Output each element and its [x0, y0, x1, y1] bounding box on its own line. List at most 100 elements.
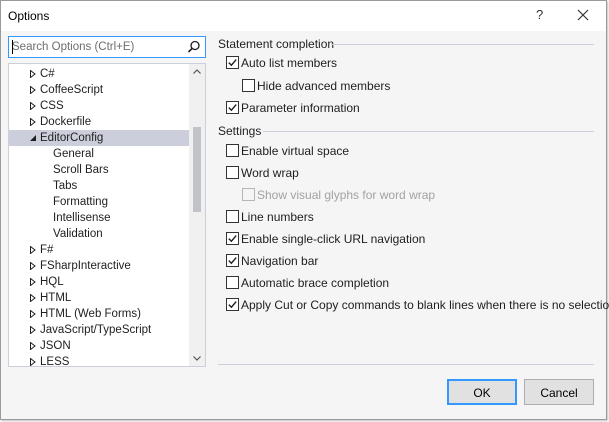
- tree-item-f[interactable]: F#: [9, 242, 189, 258]
- checkmark-icon: [228, 301, 237, 309]
- hide-advanced-members-checkbox[interactable]: Hide advanced members: [242, 78, 609, 94]
- line-numbers-checkbox[interactable]: Line numbers: [226, 209, 606, 225]
- triangle-right-icon[interactable]: [29, 262, 37, 270]
- tree-item-html[interactable]: HTML: [9, 290, 189, 306]
- scrollbar-thumb[interactable]: [193, 127, 201, 212]
- checkbox-box[interactable]: [226, 166, 239, 179]
- tree-item-label: FSharpInteractive: [40, 260, 131, 272]
- chevron-down-icon[interactable]: [193, 356, 201, 361]
- tree-item-label: JSON: [40, 340, 71, 352]
- triangle-right-icon[interactable]: [29, 86, 37, 94]
- search-options-input[interactable]: Search Options (Ctrl+E): [8, 36, 206, 58]
- close-icon: [577, 9, 589, 21]
- tree-item-label: CSS: [40, 100, 64, 112]
- group-divider: [331, 44, 594, 45]
- tree-item-label: CoffeeScript: [40, 84, 104, 96]
- tree-item-label: HTML: [40, 292, 72, 304]
- checkbox-label: Enable virtual space: [241, 144, 350, 158]
- checkbox-label: Automatic brace completion: [241, 276, 390, 290]
- word-wrap-checkbox[interactable]: Word wrap: [226, 165, 606, 181]
- checkbox-box[interactable]: [242, 79, 255, 92]
- enable-virtual-space-checkbox[interactable]: Enable virtual space: [226, 143, 606, 159]
- tree-item-label: General: [53, 148, 94, 160]
- tree-item-general[interactable]: General: [9, 146, 189, 162]
- tree-item-label: Validation: [53, 228, 103, 240]
- tree-item-c[interactable]: C#: [9, 66, 189, 82]
- parameter-information-checkbox[interactable]: Parameter information: [226, 100, 606, 116]
- triangle-right-icon[interactable]: [29, 326, 37, 334]
- enable-single-click-url-navigation-checkbox[interactable]: Enable single-click URL navigation: [226, 231, 606, 247]
- statement-completion-header: Statement completion: [218, 37, 335, 51]
- checkbox-box[interactable]: [226, 210, 239, 223]
- checkbox-label: Apply Cut or Copy commands to blank line…: [241, 298, 609, 312]
- settings-header: Settings: [218, 124, 262, 138]
- triangle-right-icon[interactable]: [29, 342, 37, 350]
- checkmark-icon: [228, 59, 237, 67]
- navigation-bar-checkbox[interactable]: Navigation bar: [226, 253, 606, 269]
- ok-button[interactable]: OK: [447, 379, 517, 405]
- checkbox-box[interactable]: [226, 56, 239, 69]
- apply-cut-or-copy-commands-to-blank-lines-when-there-is-no-selection-checkbox[interactable]: Apply Cut or Copy commands to blank line…: [226, 297, 609, 313]
- close-button[interactable]: [574, 4, 592, 24]
- tree-item-formatting[interactable]: Formatting: [9, 194, 189, 210]
- checkbox-label: Line numbers: [241, 210, 314, 224]
- tree-item-hql[interactable]: HQL: [9, 274, 189, 290]
- tree-item-json[interactable]: JSON: [9, 338, 189, 354]
- options-tree[interactable]: C# CoffeeScript CSS Dockerfile EditorConfig G…: [8, 63, 206, 367]
- text-caret: [12, 40, 13, 54]
- tree-item-dockerfile[interactable]: Dockerfile: [9, 114, 189, 130]
- show-visual-glyphs-for-word-wrap-checkbox: Show visual glyphs for word wrap: [242, 187, 609, 203]
- tree-item-label: Scroll Bars: [53, 164, 109, 176]
- automatic-brace-completion-checkbox[interactable]: Automatic brace completion: [226, 275, 606, 291]
- triangle-right-icon[interactable]: [29, 246, 37, 254]
- triangle-right-icon[interactable]: [29, 310, 37, 318]
- checkbox-box[interactable]: [226, 144, 239, 157]
- triangle-down-icon[interactable]: [29, 134, 37, 142]
- triangle-right-icon[interactable]: [29, 278, 37, 286]
- checkbox-box: [242, 188, 255, 201]
- tree-item-editorconfig[interactable]: EditorConfig: [9, 130, 189, 146]
- help-button[interactable]: ?: [536, 7, 543, 22]
- checkbox-label: Show visual glyphs for word wrap: [257, 188, 436, 202]
- tree-item-html-web-forms[interactable]: HTML (Web Forms): [9, 306, 189, 322]
- triangle-right-icon[interactable]: [29, 102, 37, 110]
- checkbox-box[interactable]: [226, 254, 239, 267]
- tree-item-label: F#: [40, 244, 54, 256]
- checkbox-label: Enable single-click URL navigation: [241, 232, 426, 246]
- tree-item-fsharpinteractive[interactable]: FSharpInteractive: [9, 258, 189, 274]
- group-divider: [263, 131, 594, 132]
- title-bar: Options ?: [1, 1, 606, 31]
- tree-item-label: Intellisense: [53, 212, 111, 224]
- tree-item-tabs[interactable]: Tabs: [9, 178, 189, 194]
- tree-item-label: C#: [40, 68, 55, 80]
- tree-item-label: Formatting: [53, 196, 108, 208]
- tree-item-label: EditorConfig: [40, 132, 104, 144]
- checkmark-icon: [228, 257, 237, 265]
- triangle-right-icon[interactable]: [29, 118, 37, 126]
- tree-item-label: HQL: [40, 276, 64, 288]
- tree-item-validation[interactable]: Validation: [9, 226, 189, 242]
- checkbox-box[interactable]: [226, 276, 239, 289]
- checkbox-label: Parameter information: [241, 101, 360, 115]
- search-icon[interactable]: [187, 40, 201, 54]
- triangle-right-icon[interactable]: [29, 70, 37, 78]
- checkbox-box[interactable]: [226, 298, 239, 311]
- checkbox-label: Hide advanced members: [257, 79, 391, 93]
- tree-item-less[interactable]: LESS: [9, 354, 189, 366]
- tree-item-javascript-typescript[interactable]: JavaScript/TypeScript: [9, 322, 189, 338]
- footer-separator: [218, 364, 594, 365]
- checkbox-box[interactable]: [226, 101, 239, 114]
- tree-item-css[interactable]: CSS: [9, 98, 189, 114]
- auto-list-members-checkbox[interactable]: Auto list members: [226, 55, 606, 71]
- tree-item-scroll-bars[interactable]: Scroll Bars: [9, 162, 189, 178]
- triangle-right-icon[interactable]: [29, 358, 37, 366]
- search-placeholder: Search Options (Ctrl+E): [12, 41, 135, 53]
- tree-vertical-scrollbar[interactable]: [189, 64, 205, 366]
- checkbox-box[interactable]: [226, 232, 239, 245]
- cancel-button[interactable]: Cancel: [524, 379, 594, 405]
- triangle-right-icon[interactable]: [29, 294, 37, 302]
- tree-item-label: HTML (Web Forms): [40, 308, 141, 320]
- tree-item-coffeescript[interactable]: CoffeeScript: [9, 82, 189, 98]
- chevron-up-icon[interactable]: [193, 69, 201, 74]
- tree-item-intellisense[interactable]: Intellisense: [9, 210, 189, 226]
